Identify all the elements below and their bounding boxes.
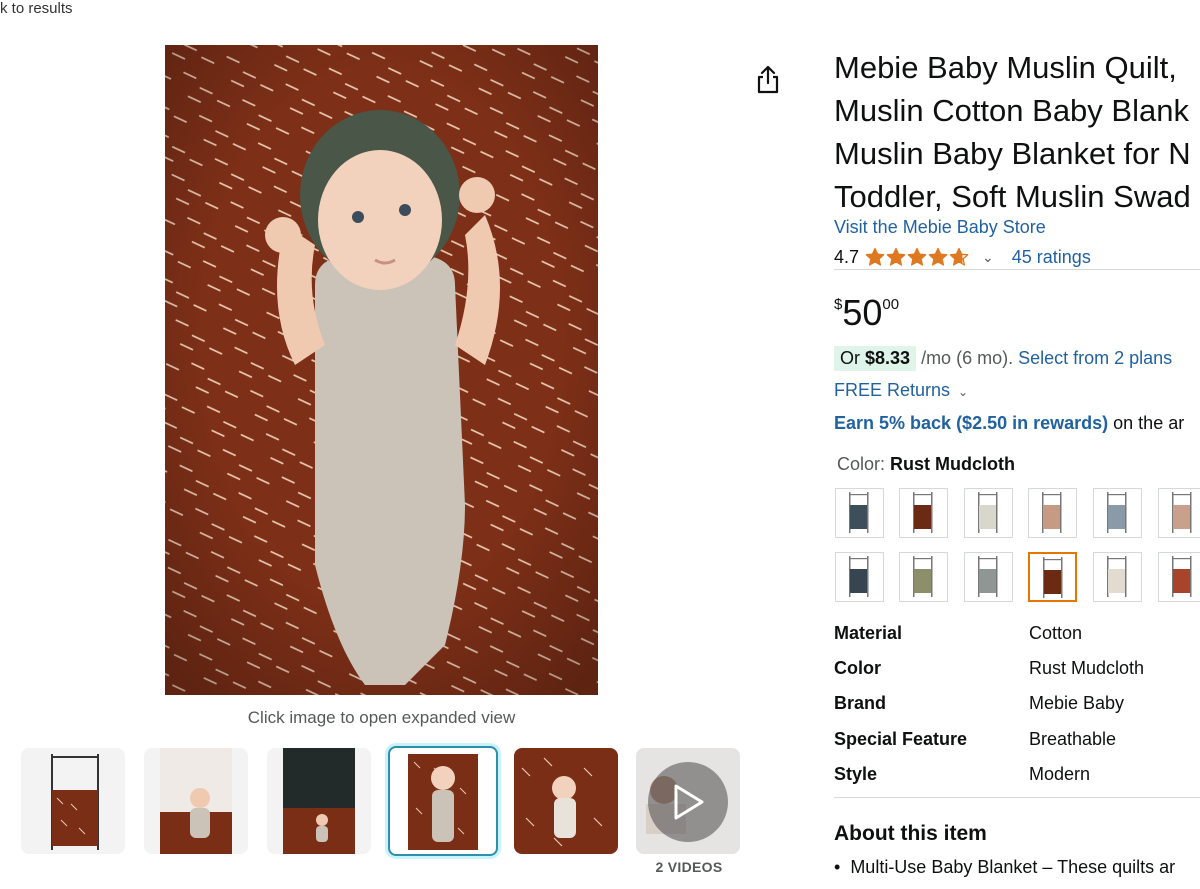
rating-row: 4.7 ⌄ 45 ratings bbox=[834, 244, 1091, 270]
price-whole: 50 bbox=[842, 292, 883, 333]
color-swatch[interactable] bbox=[899, 552, 948, 602]
color-swatch[interactable] bbox=[1158, 552, 1200, 602]
color-label: Color: bbox=[837, 454, 886, 474]
star-icon bbox=[928, 247, 948, 266]
thumbnail-1[interactable] bbox=[21, 748, 125, 854]
select-plans-link[interactable]: Select from 2 plans bbox=[1018, 348, 1172, 369]
color-swatch[interactable] bbox=[964, 488, 1013, 538]
about-bullet-text: Multi-Use Baby Blanket – These quilts ar bbox=[850, 857, 1176, 877]
videos-count-label: 2 VIDEOS bbox=[655, 859, 723, 875]
store-link[interactable]: Visit the Mebie Baby Store bbox=[834, 217, 1046, 238]
product-title-line: Muslin Baby Blanket for N bbox=[834, 136, 1191, 171]
product-title: Mebie Baby Muslin Quilt, Muslin Cotton B… bbox=[834, 46, 1200, 218]
color-swatch[interactable] bbox=[899, 488, 948, 538]
spec-value-brand: Mebie Baby bbox=[1029, 693, 1125, 713]
spec-key-special-feature: Special Feature bbox=[834, 729, 968, 749]
star-icon bbox=[949, 247, 969, 266]
color-swatch[interactable] bbox=[835, 488, 884, 538]
divider bbox=[834, 269, 1200, 270]
star-rating[interactable] bbox=[865, 247, 970, 267]
thumbnail-4-selected[interactable] bbox=[388, 746, 498, 856]
thumbnail-2[interactable] bbox=[144, 748, 248, 854]
bullet-dot: • bbox=[834, 857, 841, 877]
rewards-link[interactable]: Earn 5% back ($2.50 in rewards) bbox=[834, 413, 1108, 433]
main-product-image[interactable] bbox=[165, 45, 598, 695]
star-icon bbox=[865, 247, 885, 266]
price-symbol: $ bbox=[834, 296, 843, 313]
spec-key-color: Color bbox=[834, 658, 881, 678]
ratings-count-link[interactable]: 45 ratings bbox=[1012, 247, 1091, 268]
play-icon bbox=[674, 784, 704, 820]
thumbnail-3[interactable] bbox=[267, 748, 371, 854]
monthly-payment: Or $8.33 /mo (6 mo). Select from 2 plans bbox=[834, 346, 1172, 371]
spec-key-style: Style bbox=[834, 764, 878, 784]
price-fraction: 00 bbox=[882, 296, 900, 313]
chevron-down-icon[interactable]: ⌄ bbox=[958, 385, 968, 399]
price: $5000 bbox=[834, 292, 899, 334]
product-title-line: Toddler, Soft Muslin Swad bbox=[834, 179, 1191, 214]
spec-key-material: Material bbox=[834, 623, 903, 643]
product-title-line: Mebie Baby Muslin Quilt, bbox=[834, 50, 1177, 85]
free-returns-label[interactable]: FREE Returns bbox=[834, 380, 950, 400]
chevron-down-icon[interactable]: ⌄ bbox=[982, 249, 994, 266]
spec-value-special-feature: Breathable bbox=[1029, 729, 1117, 749]
monthly-or: Or bbox=[840, 348, 860, 368]
color-swatch[interactable] bbox=[1093, 552, 1142, 602]
monthly-term: /mo (6 mo). bbox=[921, 348, 1014, 368]
about-heading: About this item bbox=[834, 822, 987, 845]
spec-value-material: Cotton bbox=[1029, 623, 1083, 643]
color-selection-label: Color: Rust Mudcloth bbox=[837, 454, 1015, 475]
monthly-amount: $8.33 bbox=[865, 348, 911, 368]
free-returns-link[interactable]: FREE Returns ⌄ bbox=[834, 380, 968, 401]
star-icon bbox=[886, 247, 906, 266]
share-icon[interactable] bbox=[755, 65, 781, 95]
spec-value-color: Rust Mudcloth bbox=[1029, 658, 1145, 678]
back-to-results-link[interactable]: k to results bbox=[0, 0, 73, 17]
spec-value-style: Modern bbox=[1029, 764, 1091, 784]
video-thumbnail[interactable] bbox=[636, 748, 740, 854]
product-title-line: Muslin Cotton Baby Blank bbox=[834, 93, 1189, 128]
monthly-amount-badge: Or $8.33 bbox=[834, 346, 917, 371]
spec-key-brand: Brand bbox=[834, 693, 887, 713]
about-bullet: • Multi-Use Baby Blanket – These quilts a… bbox=[834, 857, 1175, 878]
color-swatch[interactable] bbox=[1158, 488, 1200, 538]
selected-color: Rust Mudcloth bbox=[890, 454, 1016, 474]
color-swatch-selected[interactable] bbox=[1028, 552, 1077, 602]
divider bbox=[834, 797, 1200, 798]
rewards-offer: Earn 5% back ($2.50 in rewards) on the a… bbox=[834, 413, 1184, 434]
thumbnail-5[interactable] bbox=[514, 748, 618, 854]
expand-image-hint: Click image to open expanded view bbox=[247, 708, 516, 727]
color-swatch[interactable] bbox=[835, 552, 884, 602]
star-icon bbox=[907, 247, 927, 266]
color-swatch[interactable] bbox=[1028, 488, 1077, 538]
rewards-rest: on the ar bbox=[1113, 413, 1185, 433]
color-swatch[interactable] bbox=[1093, 488, 1142, 538]
rating-value: 4.7 bbox=[834, 246, 860, 267]
color-swatch[interactable] bbox=[964, 552, 1013, 602]
